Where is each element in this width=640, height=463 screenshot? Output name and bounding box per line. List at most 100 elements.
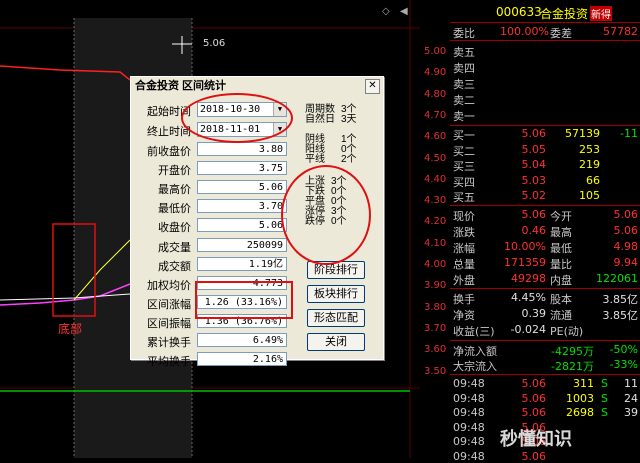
field-value: 5.06: [197, 218, 287, 233]
field-label: 加权均价: [147, 279, 191, 292]
weicha-label: 委差: [550, 27, 572, 40]
buy-volume: 219: [579, 158, 600, 171]
field-label: 开盘价: [158, 165, 191, 178]
svg-text:◇: ◇: [382, 6, 390, 17]
tick-price: 5.06: [521, 406, 547, 419]
tick-volume: 311: [573, 377, 594, 390]
period-count-value: 2个: [341, 154, 357, 165]
quote-label: 现价: [453, 210, 475, 223]
period-count-label: 自然日: [305, 114, 335, 125]
tick-time: 09:48: [453, 420, 485, 434]
buy-price: 5.02: [521, 189, 547, 202]
buy-price: 5.05: [521, 142, 547, 156]
field-value: 1.19亿: [197, 256, 287, 271]
quote-value: 0.46: [521, 224, 547, 237]
field-label: 前收盘价: [147, 146, 191, 158]
buy-change: -11: [620, 127, 638, 140]
tick-price: 5.06: [521, 391, 547, 405]
quote-value: 122061: [596, 272, 638, 285]
field-label: 最高价: [158, 184, 191, 197]
tick-time: 09:48: [453, 435, 485, 448]
field-value: 6.49%: [197, 333, 287, 347]
field-label: 区间振幅: [147, 317, 191, 330]
field-value: 2.16%: [197, 352, 287, 367]
period-count-value: 3天: [341, 114, 357, 125]
stat-label: 股本: [550, 293, 572, 306]
tick-volume: 2698: [566, 406, 594, 419]
tick-count: 11: [624, 377, 638, 390]
stat-label: 净资: [453, 309, 475, 322]
tick-flag: S: [601, 406, 608, 419]
sell-row-label: 卖二: [453, 94, 475, 107]
buy-price: 5.03: [521, 173, 547, 187]
bottom-label: 底部: [58, 322, 83, 336]
stat-value: 0.39: [521, 307, 547, 320]
tick-flag: S: [601, 391, 608, 405]
field-value: 3.80: [197, 142, 287, 156]
stat-value: 3.85亿: [602, 293, 639, 306]
flow-label: 净流入额: [453, 345, 497, 358]
quote-value: 10.00%: [504, 240, 546, 253]
tick-volume: 1003: [566, 391, 594, 405]
quote-value: 5.06: [613, 224, 639, 237]
weicha-value: 57782: [603, 25, 638, 38]
quote-label: 外盘: [453, 274, 475, 287]
stat-label: PE(动): [550, 325, 584, 338]
stock-name: 合金投资: [540, 7, 589, 21]
stock-code: 000633: [496, 5, 542, 19]
watermark: 秒懂知识: [500, 429, 572, 450]
buy-row-label: 买四: [453, 175, 475, 189]
tick-time: 09:48: [453, 391, 485, 405]
buy-volume: 57139: [565, 127, 600, 140]
quote-label: 涨跌: [453, 226, 475, 239]
close-button[interactable]: 关闭: [307, 333, 365, 351]
annotation-rect: [195, 281, 293, 319]
quote-value: 49298: [511, 272, 546, 285]
field-label: 收盘价: [158, 222, 191, 235]
buy-price: 5.04: [521, 158, 547, 171]
buy-row-label: 买二: [453, 144, 475, 158]
field-label: 累计换手: [147, 337, 191, 349]
flow-pct: -33%: [609, 358, 638, 371]
sell-row-label: 卖三: [453, 78, 475, 91]
quote-value: 4.98: [613, 240, 639, 253]
field-label: 最低价: [158, 203, 191, 216]
flow-value: -2821万: [551, 360, 594, 373]
sector-rank-button[interactable]: 板块排行: [307, 285, 365, 303]
weibi-value: 100.00%: [500, 25, 549, 38]
field-label: 成交额: [158, 260, 191, 273]
cursor-value: 5.06: [203, 38, 226, 49]
dialog-title: 合金投资 区间统计: [131, 77, 383, 95]
sell-row-label: 卖四: [453, 62, 475, 75]
interval-stats-dialog: 合金投资 区间统计 ✕ 起始时间 2018-10-30 ▼ 终止时间 2018-…: [130, 76, 384, 368]
quote-label: 总量: [453, 258, 475, 271]
sell-row-label: 卖一: [453, 110, 475, 123]
pattern-match-button[interactable]: 形态匹配: [307, 309, 365, 327]
tick-flag: S: [601, 377, 608, 390]
stat-label: 流通: [550, 309, 572, 322]
quote-label: 最低: [550, 242, 572, 255]
period-count-label: 平线: [305, 154, 325, 165]
field-value: 3.70: [197, 199, 287, 214]
tick-time: 09:48: [453, 406, 485, 419]
stock-tag: 新得: [590, 6, 612, 21]
quote-label: 今开: [550, 210, 572, 223]
field-label: 平均换手: [147, 356, 191, 369]
tick-time: 09:48: [453, 449, 485, 463]
quote-value: 5.06: [521, 208, 547, 221]
field-value: 3.75: [197, 161, 287, 176]
stock-header: 000633 合金投资 新得: [450, 0, 640, 23]
tick-count: 24: [624, 391, 638, 405]
sell-row-label: 卖五: [453, 46, 475, 59]
close-icon[interactable]: ✕: [365, 79, 380, 94]
buy-volume: 105: [579, 189, 600, 202]
stat-label: 换手: [453, 293, 475, 306]
quote-value: 171359: [504, 256, 546, 269]
annotation-circle: [281, 165, 371, 265]
flow-label: 大宗流入: [453, 360, 497, 373]
tick-time: 09:48: [453, 377, 485, 390]
stat-value: 3.85亿: [602, 309, 639, 322]
buy-volume: 66: [586, 173, 600, 187]
quote-label: 量比: [550, 258, 572, 271]
svg-text:◀: ◀: [400, 6, 408, 17]
